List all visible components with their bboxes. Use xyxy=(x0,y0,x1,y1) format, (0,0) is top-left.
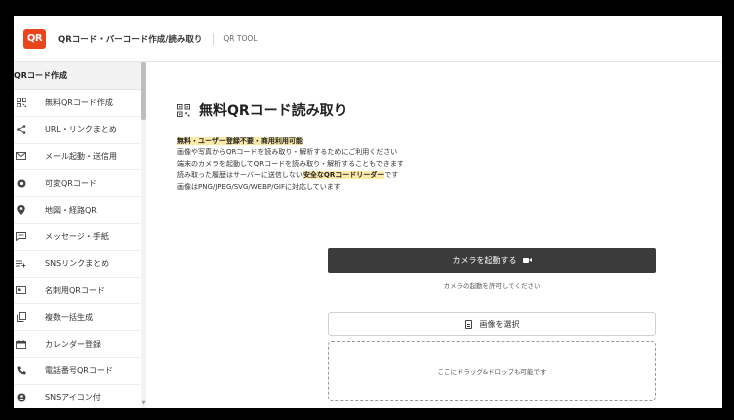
sidebar-item-label: SNSリンクまとめ xyxy=(45,259,110,269)
map-pin-icon xyxy=(16,205,26,216)
sidebar-item-label: メッセージ・手紙 xyxy=(45,232,109,242)
start-camera-label: カメラを起動する xyxy=(452,256,517,265)
scroll-down-arrow-icon[interactable]: ▼ xyxy=(141,400,146,406)
sidebar-item-label: URL・リンクまとめ xyxy=(45,125,117,135)
app-header: QR QRコード・バーコード作成/読み取り QR TOOL xyxy=(14,16,722,62)
sns-list-icon xyxy=(16,259,26,269)
sidebar-item-map[interactable]: 地図・経路QR xyxy=(14,197,145,224)
highlight-safe-reader: 安全なQRコードリーダー xyxy=(302,171,385,180)
app-logo[interactable]: QR xyxy=(23,28,46,49)
sidebar-item-label: 可変QRコード xyxy=(45,178,97,188)
message-icon xyxy=(16,232,26,242)
description-text: です xyxy=(384,171,399,180)
qr-scan-icon xyxy=(176,103,190,117)
description-block: 無料・ユーザー登録不要・商用利用可能 画像や写真からQRコードを読み取り・解析す… xyxy=(177,136,404,193)
card-icon xyxy=(16,285,26,295)
drag-drop-zone[interactable]: ここにドラッグ&ドロップも可能です xyxy=(328,341,656,401)
screenshot-frame: QR QRコード・バーコード作成/読み取り QR TOOL QRコード作成 無料… xyxy=(0,0,734,420)
app-title[interactable]: QRコード・バーコード作成/読み取り xyxy=(58,33,202,45)
qr-grid-icon xyxy=(16,98,26,108)
description-line: 画像はPNG/JPEG/SVG/WEBP/GIFに対応しています xyxy=(177,182,341,191)
share-icon xyxy=(16,125,26,135)
page-title-text: 無料QRコード読み取り xyxy=(199,103,348,119)
main-content: 無料QRコード読み取り 無料・ユーザー登録不要・商用利用可能 画像や写真からQR… xyxy=(147,62,722,408)
page-title: 無料QRコード読み取り xyxy=(176,100,348,120)
sidebar-item-label: 無料QRコード作成 xyxy=(45,98,113,108)
sidebar-item-label: メール起動・送信用 xyxy=(45,151,117,161)
sidebar-item-phone[interactable]: 電話番号QRコード xyxy=(14,358,145,385)
sidebar-item-calendar[interactable]: カレンダー登録 xyxy=(14,331,145,358)
mail-icon xyxy=(16,151,26,161)
browser-viewport: QR QRコード・バーコード作成/読み取り QR TOOL QRコード作成 無料… xyxy=(14,16,722,408)
sidebar-item-label: 地図・経路QR xyxy=(45,205,97,215)
video-camera-icon xyxy=(522,257,532,264)
sidebar-section-title: QRコード作成 xyxy=(14,62,145,90)
description-line: 画像や写真からQRコードを読み取り・解析するためにご利用ください xyxy=(177,148,398,157)
select-image-button[interactable]: 画像を選択 xyxy=(328,312,656,336)
drop-zone-text: ここにドラッグ&ドロップも可能です xyxy=(437,368,547,376)
camera-permission-note: カメラの起動を許可してください xyxy=(443,282,541,290)
sidebar-item-mail[interactable]: メール起動・送信用 xyxy=(14,144,145,171)
start-camera-button[interactable]: カメラを起動する xyxy=(328,248,656,273)
select-image-label: 画像を選択 xyxy=(479,319,520,329)
description-line: 端末のカメラを起動してQRコードを読み取り・解析することもできます xyxy=(177,159,404,168)
calendar-icon xyxy=(16,339,26,349)
sidebar-item-label: SNSアイコン付 xyxy=(45,393,101,403)
dynamic-icon xyxy=(16,178,26,188)
highlight-free-text: 無料・ユーザー登録不要・商用利用可能 xyxy=(177,137,303,145)
sidebar-item-label: 複数一括生成 xyxy=(45,312,93,322)
description-text: 読み取った履歴はサーバーに送信しない xyxy=(177,171,303,180)
sidebar-item-dynamic-qr[interactable]: 可変QRコード xyxy=(14,170,145,198)
sidebar-item-label: 名刺用QRコード xyxy=(45,285,105,295)
scrollbar-thumb[interactable] xyxy=(141,62,146,120)
sidebar-item-sns-icon[interactable]: SNSアイコン付 xyxy=(14,385,145,408)
sidebar-scrollbar[interactable]: ▼ xyxy=(141,62,146,408)
sidebar-item-label: 電話番号QRコード xyxy=(45,366,113,376)
sidebar-item-sns-links[interactable]: SNSリンクまとめ xyxy=(14,251,145,278)
description-line: 読み取った履歴はサーバーに送信しない安全なQRコードリーダーです xyxy=(177,170,404,181)
sidebar: QRコード作成 無料QRコード作成 URL・リンクまとめ メール起動・送信用 可… xyxy=(14,62,146,408)
copy-icon xyxy=(16,312,26,323)
phone-icon xyxy=(16,366,26,376)
sidebar-item-message[interactable]: メッセージ・手紙 xyxy=(14,224,145,251)
sidebar-item-label: カレンダー登録 xyxy=(45,339,101,349)
sns-icon xyxy=(16,393,26,403)
sidebar-item-free-qr[interactable]: 無料QRコード作成 xyxy=(14,90,145,117)
description-line: 無料・ユーザー登録不要・商用利用可能 xyxy=(177,136,404,147)
sidebar-item-url[interactable]: URL・リンクまとめ xyxy=(14,117,145,144)
tool-label[interactable]: QR TOOL xyxy=(213,32,257,45)
sidebar-item-business-card[interactable]: 名刺用QRコード xyxy=(14,278,145,305)
file-icon xyxy=(464,319,472,329)
sidebar-item-bulk[interactable]: 複数一括生成 xyxy=(14,304,145,332)
